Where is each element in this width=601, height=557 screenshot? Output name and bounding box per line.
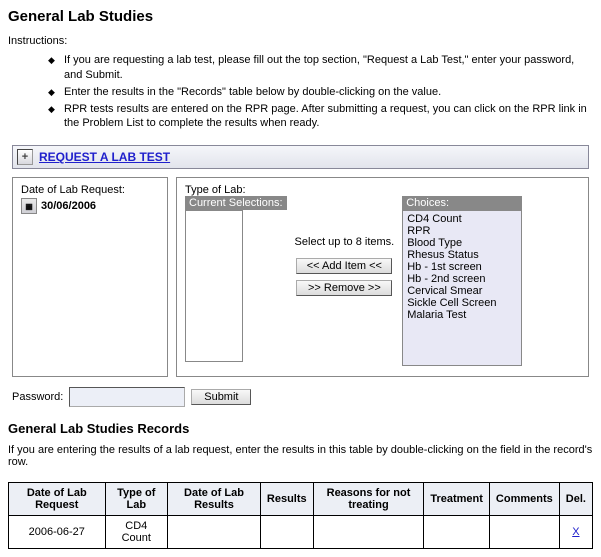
- choice-item[interactable]: Blood Type: [407, 237, 517, 249]
- cell-comments[interactable]: [489, 516, 559, 549]
- col-reasons: Reasons for not treating: [313, 483, 424, 516]
- date-request-label: Date of Lab Request:: [21, 184, 159, 196]
- select-hint: Select up to 8 items.: [295, 236, 395, 248]
- instruction-item: RPR tests results are entered on the RPR…: [48, 102, 593, 132]
- instructions-list: If you are requesting a lab test, please…: [8, 53, 593, 131]
- current-selections-header: Current Selections:: [185, 196, 287, 210]
- col-date-request: Date of Lab Request: [9, 483, 106, 516]
- instruction-item: Enter the results in the "Records" table…: [48, 85, 593, 100]
- table-row: 2006-06-27 CD4 Count X: [9, 516, 593, 549]
- col-date-results: Date of Lab Results: [168, 483, 261, 516]
- choice-item[interactable]: Malaria Test: [407, 309, 517, 321]
- choice-item[interactable]: Hb - 2nd screen: [407, 273, 517, 285]
- current-selections-list[interactable]: [185, 210, 243, 362]
- submit-button[interactable]: Submit: [191, 389, 251, 405]
- choice-item[interactable]: Sickle Cell Screen: [407, 297, 517, 309]
- cell-date-results[interactable]: [168, 516, 261, 549]
- cell-reasons[interactable]: [313, 516, 424, 549]
- expand-toggle-icon[interactable]: +: [17, 149, 33, 165]
- choice-item[interactable]: Cervical Smear: [407, 285, 517, 297]
- request-lab-test-header[interactable]: + REQUEST A LAB TEST: [12, 145, 589, 169]
- records-title: General Lab Studies Records: [8, 421, 593, 436]
- col-results: Results: [260, 483, 313, 516]
- choice-item[interactable]: Hb - 1st screen: [407, 261, 517, 273]
- choice-item[interactable]: CD4 Count: [407, 213, 517, 225]
- choice-item[interactable]: Rhesus Status: [407, 249, 517, 261]
- col-delete: Del.: [559, 483, 592, 516]
- password-input[interactable]: [69, 387, 185, 407]
- choices-header: Choices:: [402, 196, 522, 210]
- page-title: General Lab Studies: [8, 8, 593, 25]
- password-label: Password:: [12, 391, 63, 403]
- choices-list[interactable]: CD4 Count RPR Blood Type Rhesus Status H…: [402, 210, 522, 366]
- col-treatment: Treatment: [424, 483, 490, 516]
- request-lab-test-link[interactable]: REQUEST A LAB TEST: [39, 150, 170, 164]
- cell-date-request[interactable]: 2006-06-27: [9, 516, 106, 549]
- cell-results[interactable]: [260, 516, 313, 549]
- records-table: Date of Lab Request Type of Lab Date of …: [8, 482, 593, 549]
- remove-item-button[interactable]: >> Remove >>: [296, 280, 392, 296]
- instructions-label: Instructions:: [8, 35, 593, 47]
- records-description: If you are entering the results of a lab…: [8, 444, 593, 468]
- date-of-request-panel: Date of Lab Request: ▦ 30/06/2006: [12, 177, 168, 377]
- cell-treatment[interactable]: [424, 516, 490, 549]
- choice-item[interactable]: RPR: [407, 225, 517, 237]
- instruction-item: If you are requesting a lab test, please…: [48, 53, 593, 83]
- cell-type[interactable]: CD4 Count: [105, 516, 167, 549]
- col-comments: Comments: [489, 483, 559, 516]
- delete-row-link[interactable]: X: [572, 526, 579, 538]
- date-request-value: 30/06/2006: [41, 200, 96, 212]
- col-type: Type of Lab: [105, 483, 167, 516]
- type-of-lab-panel: Type of Lab: Current Selections: Select …: [176, 177, 589, 377]
- type-of-lab-label: Type of Lab:: [185, 184, 580, 196]
- calendar-icon[interactable]: ▦: [21, 198, 37, 214]
- add-item-button[interactable]: << Add Item <<: [296, 258, 392, 274]
